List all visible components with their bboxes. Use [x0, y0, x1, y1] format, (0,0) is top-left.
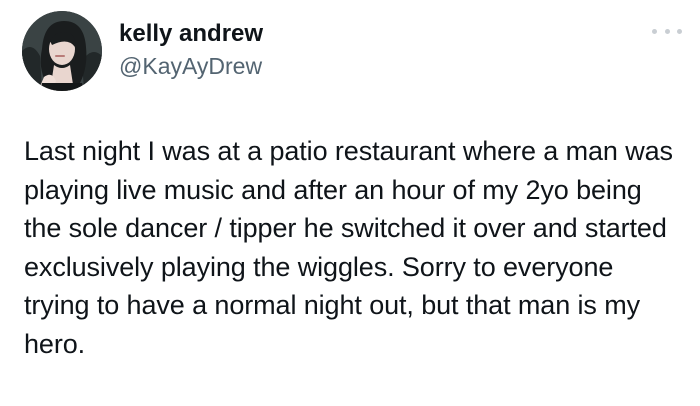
more-dot [664, 28, 670, 34]
display-name[interactable]: kelly andrew [119, 19, 263, 49]
tweet-text: Last night I was at a patio restaurant w… [24, 136, 673, 359]
avatar[interactable] [22, 11, 102, 91]
user-handle[interactable]: @KayAyDrew [119, 51, 263, 81]
tweet-card: kelly andrew @KayAyDrew Last night I was… [0, 0, 700, 406]
more-dot [677, 28, 682, 34]
more-options-icon[interactable] [652, 24, 682, 38]
author-names: kelly andrew @KayAyDrew [119, 19, 263, 81]
tweet-header: kelly andrew @KayAyDrew [22, 10, 263, 92]
avatar-photo [22, 11, 102, 91]
more-dot [652, 28, 657, 34]
